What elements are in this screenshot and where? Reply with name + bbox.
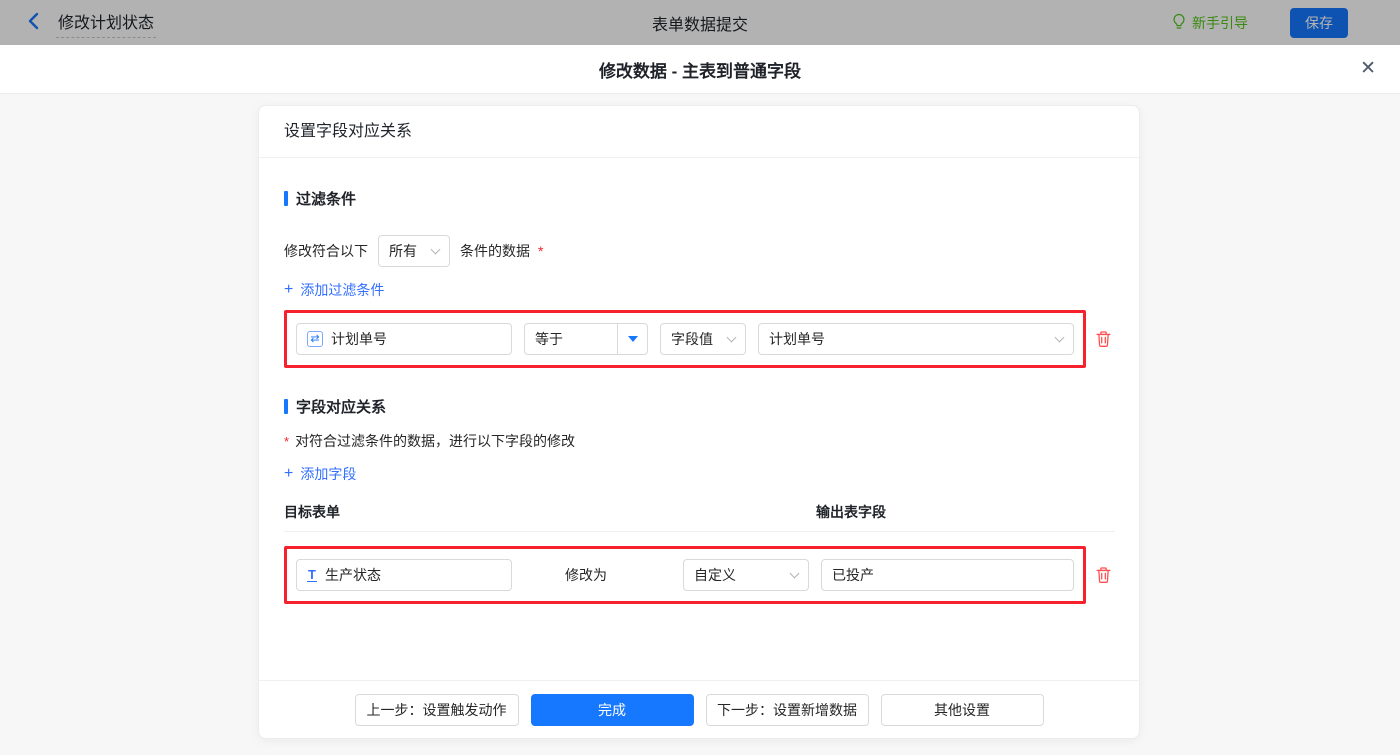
delete-filter-button[interactable] [1093, 329, 1113, 349]
other-settings-button[interactable]: 其他设置 [880, 693, 1044, 726]
output-value: 已投产 [832, 567, 874, 583]
required-mark: * [284, 433, 290, 449]
match-condition-row: 修改符合以下 所有 条件的数据 * [284, 235, 1115, 267]
add-filter-condition-label: 添加过滤条件 [300, 282, 385, 298]
card-header: 设置字段对应关系 [259, 106, 1139, 158]
mapping-table-header: 目标表单 输出表字段 [284, 502, 1115, 532]
caret-down-icon [617, 324, 647, 354]
modal-dim-overlay [0, 0, 1400, 45]
card-content: 过滤条件 修改符合以下 所有 条件的数据 * + 添加过滤条件 ⇄ 计划单号 等… [259, 158, 1139, 680]
dialog-header: 修改数据 - 主表到普通字段 ✕ [0, 45, 1400, 94]
target-form-column-header: 目标表单 [284, 504, 340, 520]
dialog-title: 修改数据 - 主表到普通字段 [598, 61, 802, 81]
match-prefix-label: 修改符合以下 [284, 243, 368, 259]
add-field-label: 添加字段 [300, 466, 357, 482]
trash-icon [1096, 567, 1110, 583]
dialog-body: 设置字段对应关系 过滤条件 修改符合以下 所有 条件的数据 * + 添加过滤条件 [0, 94, 1400, 755]
modify-to-label: 修改为 [565, 567, 607, 583]
next-step-button[interactable]: 下一步：设置新增数据 [705, 693, 869, 726]
chevron-down-icon [430, 244, 441, 255]
mapping-description-row: * 对符合过滤条件的数据，进行以下字段的修改 [284, 431, 1115, 451]
trash-icon [1096, 331, 1110, 347]
output-value-input[interactable]: 已投产 [821, 559, 1074, 591]
output-field-column-header: 输出表字段 [816, 504, 886, 520]
target-field-input[interactable]: T 生产状态 [296, 559, 512, 591]
chevron-down-icon [726, 332, 737, 343]
output-type-select[interactable]: 自定义 [683, 559, 809, 591]
prev-step-button[interactable]: 上一步：设置触发动作 [354, 693, 519, 726]
done-button[interactable]: 完成 [530, 693, 694, 726]
delete-mapping-button[interactable] [1093, 565, 1113, 585]
operator-value: 等于 [535, 331, 563, 347]
mapping-description: 对符合过滤条件的数据，进行以下字段的修改 [295, 433, 576, 449]
required-mark: * [538, 243, 544, 259]
value-type-value: 字段值 [671, 331, 713, 347]
section-marker [284, 191, 288, 206]
close-icon[interactable]: ✕ [1360, 57, 1376, 81]
value-type-select[interactable]: 字段值 [660, 323, 746, 355]
plus-icon: + [284, 465, 294, 482]
filter-section-label: 过滤条件 [296, 191, 357, 208]
match-mode-value: 所有 [389, 243, 417, 259]
serial-field-icon: ⇄ [307, 331, 323, 347]
match-suffix-label: 条件的数据 [460, 243, 530, 259]
chevron-down-icon [1054, 332, 1065, 343]
mapping-section-label: 字段对应关系 [296, 399, 387, 416]
filter-section-title: 过滤条件 [284, 188, 1115, 209]
compare-value: 计划单号 [769, 331, 825, 347]
filter-condition-highlight: ⇄ 计划单号 等于 字段值 计划单号 [284, 310, 1086, 368]
mapping-row: T 生产状态 修改为 自定义 已投产 [284, 546, 1115, 604]
mapping-row-highlight: T 生产状态 修改为 自定义 已投产 [284, 546, 1086, 604]
filter-field-input[interactable]: ⇄ 计划单号 [296, 323, 512, 355]
section-marker [284, 399, 288, 414]
plus-icon: + [284, 281, 294, 298]
filter-field-value: 计划单号 [331, 331, 387, 347]
add-filter-condition-link[interactable]: + 添加过滤条件 [284, 280, 1115, 300]
text-field-icon: T [307, 567, 317, 582]
filter-condition-row: ⇄ 计划单号 等于 字段值 计划单号 [284, 310, 1115, 368]
match-mode-select[interactable]: 所有 [378, 235, 450, 267]
compare-value-select[interactable]: 计划单号 [758, 323, 1074, 355]
output-type-value: 自定义 [694, 567, 736, 583]
operator-select[interactable]: 等于 [524, 323, 648, 355]
add-field-link[interactable]: + 添加字段 [284, 464, 1115, 484]
topbar: 修改计划状态 表单数据提交 新手引导 保存 [0, 0, 1400, 45]
chevron-down-icon [789, 568, 800, 579]
mapping-section-title: 字段对应关系 [284, 396, 1115, 417]
card-footer: 上一步：设置触发动作 完成 下一步：设置新增数据 其他设置 [259, 680, 1139, 738]
field-mapping-card: 设置字段对应关系 过滤条件 修改符合以下 所有 条件的数据 * + 添加过滤条件 [258, 105, 1140, 739]
target-field-value: 生产状态 [324, 567, 381, 583]
